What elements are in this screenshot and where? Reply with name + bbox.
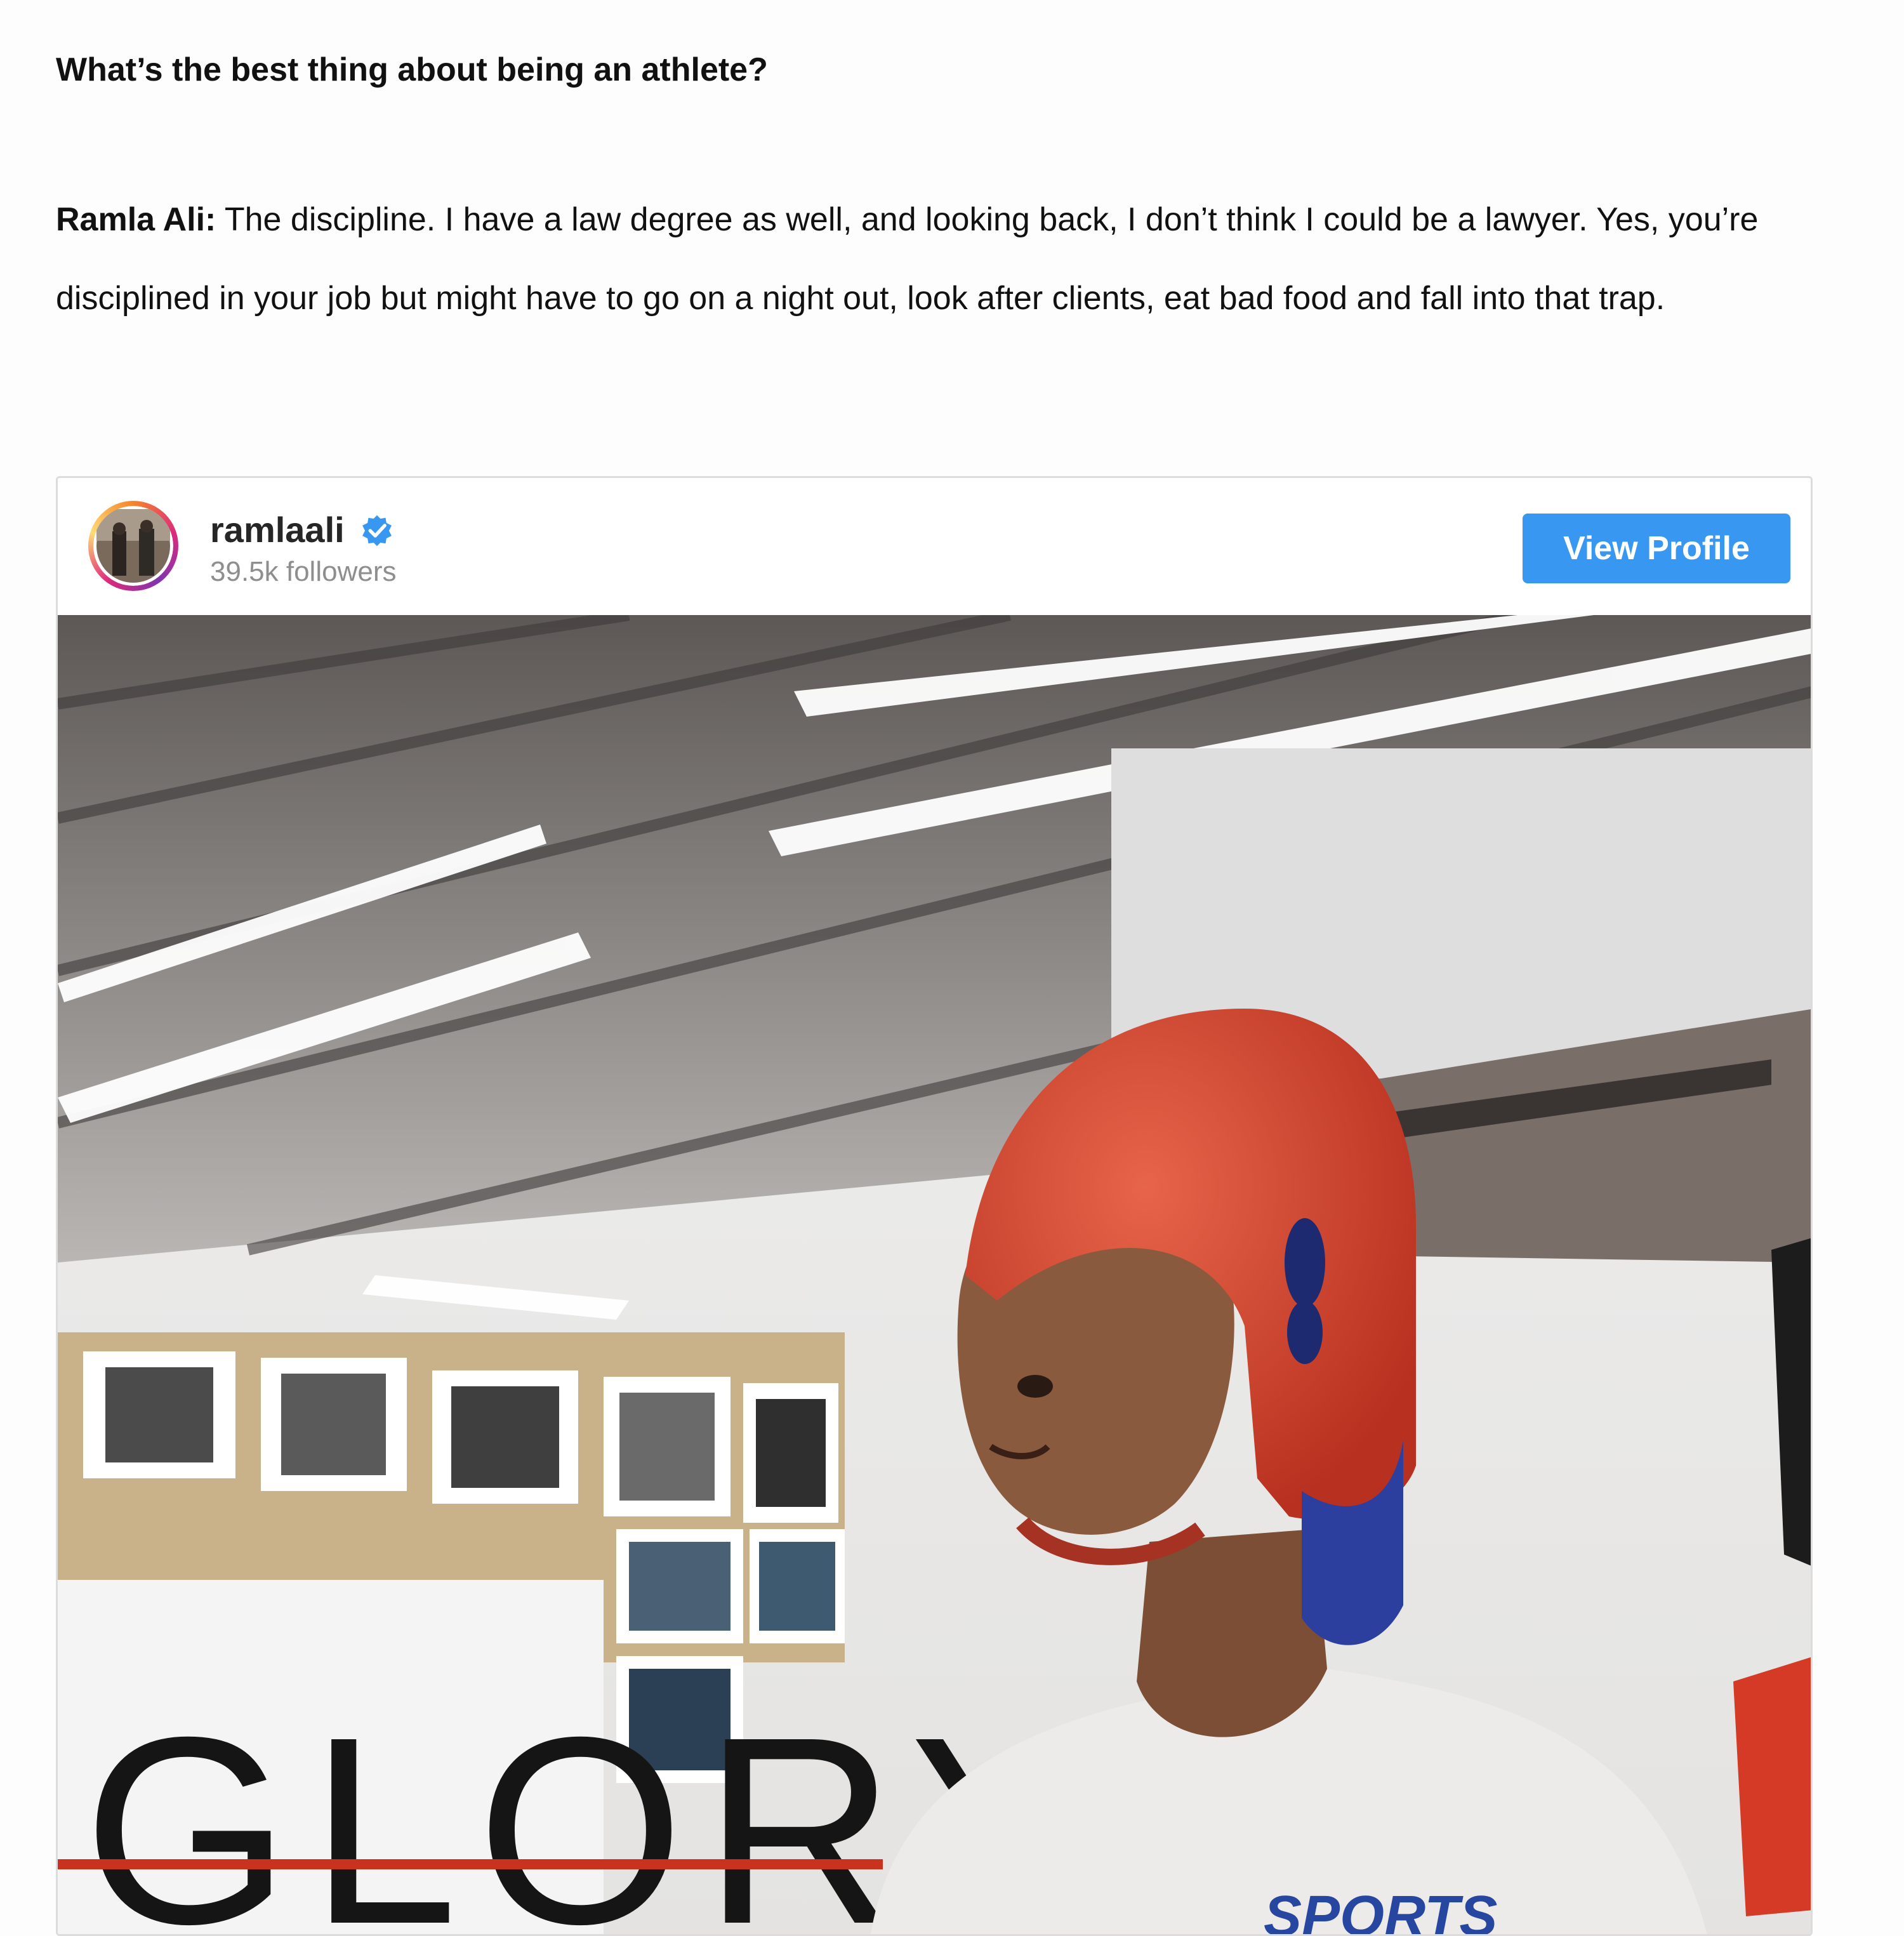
answer-text: The discipline. I have a law degree as w…	[56, 201, 1759, 317]
boxer-photo: GLORY SPORTS	[58, 615, 1811, 1934]
follower-count: 39.5k followers	[210, 556, 397, 587]
instagram-post-photo[interactable]: GLORY SPORTS	[58, 615, 1811, 1934]
verified-badge-icon	[362, 515, 392, 547]
view-profile-button[interactable]: View Profile	[1523, 514, 1790, 583]
avatar[interactable]	[88, 501, 178, 591]
instagram-embed: ramlaali 39.5k followers View Profile GL…	[56, 476, 1813, 1936]
interview-question: What’s the best thing about being an ath…	[56, 51, 768, 88]
profile-username[interactable]: ramlaali	[210, 507, 345, 553]
avatar-image	[93, 506, 173, 586]
embed-header: ramlaali 39.5k followers View Profile	[58, 478, 1811, 615]
interview-answer: Ramla Ali: The discipline. I have a law …	[56, 180, 1858, 338]
answer-speaker: Ramla Ali:	[56, 201, 216, 238]
